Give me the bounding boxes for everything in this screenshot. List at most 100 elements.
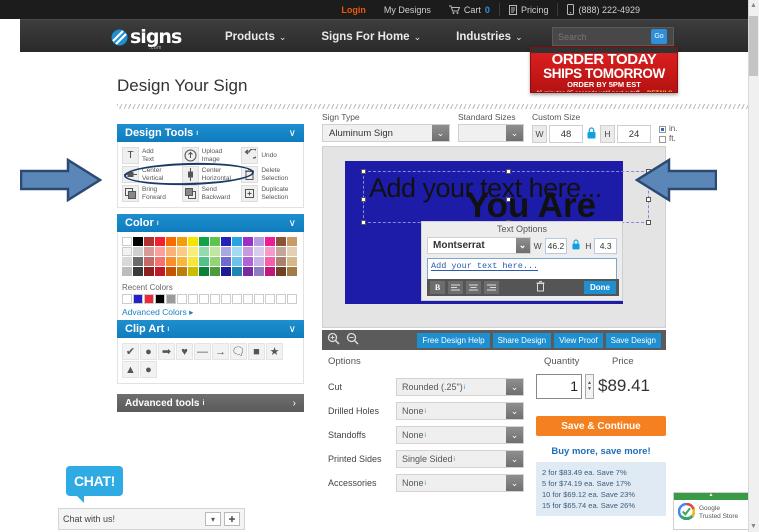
nav-item-products[interactable]: Products ⌄ <box>225 31 286 43</box>
done-button[interactable]: Done <box>584 281 616 294</box>
color-swatch[interactable] <box>199 247 209 256</box>
color-swatch[interactable] <box>287 267 297 276</box>
color-swatch[interactable] <box>155 267 165 276</box>
site-logo[interactable]: signs .com <box>111 26 182 51</box>
color-swatch[interactable] <box>265 237 275 246</box>
resize-handle-nw[interactable] <box>361 169 366 174</box>
color-swatch[interactable] <box>166 237 176 246</box>
color-swatch[interactable] <box>122 237 132 246</box>
login-link[interactable]: Login <box>332 5 375 15</box>
pricing-link[interactable]: Pricing <box>500 4 558 15</box>
arrow-thin-icon[interactable]: → <box>212 343 229 360</box>
color-swatch[interactable] <box>144 267 154 276</box>
recent-color-swatch[interactable] <box>122 294 132 304</box>
chat-minimize-button[interactable]: ▾ <box>205 512 221 526</box>
color-swatch[interactable] <box>232 237 242 246</box>
color-swatch[interactable] <box>199 267 209 276</box>
promo-details-link[interactable]: DETAILS <box>647 91 672 92</box>
bold-button[interactable]: B <box>430 281 445 294</box>
recent-color-swatch[interactable] <box>155 294 165 304</box>
color-swatch[interactable] <box>243 267 253 276</box>
color-swatch[interactable] <box>210 267 220 276</box>
sign-preview[interactable]: Add your text here... You Are Text Optio… <box>345 161 651 304</box>
heart-icon[interactable]: ♥ <box>176 343 193 360</box>
color-swatch[interactable] <box>221 237 231 246</box>
square-icon[interactable]: ■ <box>248 343 265 360</box>
recent-color-swatch[interactable] <box>188 294 198 304</box>
standard-sizes-select[interactable]: ⌄ <box>458 124 524 142</box>
info-icon[interactable]: i <box>425 432 426 439</box>
font-select[interactable]: Montserrat ⌄ <box>427 237 531 254</box>
advanced-tools-header[interactable]: Advanced tools i › <box>117 394 304 412</box>
resize-handle-sw[interactable] <box>361 220 366 225</box>
recent-color-swatch[interactable] <box>243 294 253 304</box>
chat-bubble[interactable]: CHAT! <box>66 466 123 503</box>
info-icon[interactable]: i <box>157 220 159 227</box>
info-icon[interactable]: i <box>425 480 426 487</box>
scroll-down-arrow-icon[interactable]: ▼ <box>749 523 758 530</box>
text-aspect-lock-icon[interactable] <box>572 239 580 253</box>
text-height-input[interactable]: 4.3 <box>594 237 617 254</box>
color-swatch[interactable] <box>287 257 297 266</box>
color-swatch[interactable] <box>199 237 209 246</box>
chevron-down-icon[interactable]: ⌄ <box>506 427 523 443</box>
recent-color-swatch[interactable] <box>199 294 209 304</box>
color-swatch[interactable] <box>221 247 231 256</box>
color-swatch[interactable] <box>188 267 198 276</box>
color-swatch[interactable] <box>254 267 264 276</box>
google-trusted-store-badge[interactable]: Google Trusted Store <box>673 492 749 530</box>
chevron-down-icon[interactable]: ∨ <box>289 128 296 139</box>
color-swatch[interactable] <box>166 247 176 256</box>
check-icon[interactable]: ✔ <box>122 343 139 360</box>
tool-add-text[interactable]: T Add Text <box>122 146 182 165</box>
color-swatch[interactable] <box>265 257 275 266</box>
color-swatch[interactable] <box>210 257 220 266</box>
scroll-thumb[interactable] <box>749 16 758 76</box>
scroll-up-arrow-icon[interactable]: ▲ <box>749 2 758 9</box>
my-designs-link[interactable]: My Designs <box>375 5 440 15</box>
sign-text-main[interactable]: You Are <box>401 186 661 226</box>
design-canvas[interactable]: Add your text here... You Are Text Optio… <box>322 146 666 328</box>
unit-feet-option[interactable]: ft. <box>659 134 677 144</box>
color-swatch[interactable] <box>276 237 286 246</box>
save-continue-button[interactable]: Save & Continue <box>536 416 666 436</box>
star-icon[interactable]: ★ <box>266 343 283 360</box>
align-left-button[interactable] <box>448 281 463 294</box>
chevron-down-icon[interactable]: ⌄ <box>506 403 523 419</box>
speech-bubble-icon[interactable]: 🗨 <box>230 343 247 360</box>
nav-item-industries[interactable]: Industries ⌄ <box>456 31 523 43</box>
buy-more-save-more-link[interactable]: Buy more, save more! <box>536 446 666 457</box>
info-icon[interactable]: i <box>202 400 204 407</box>
color-swatch[interactable] <box>144 257 154 266</box>
recent-color-swatch[interactable] <box>144 294 154 304</box>
stepper-down-icon[interactable]: ▼ <box>587 386 592 392</box>
height-input[interactable]: 24 <box>617 125 651 143</box>
color-swatch[interactable] <box>210 237 220 246</box>
recent-color-swatch[interactable] <box>287 294 297 304</box>
unit-inches-option[interactable]: in. <box>659 124 677 134</box>
color-swatch[interactable] <box>232 257 242 266</box>
share-design-button[interactable]: Share Design <box>492 332 552 348</box>
resize-handle-w[interactable] <box>361 197 366 202</box>
color-swatch[interactable] <box>276 257 286 266</box>
recent-color-swatch[interactable] <box>221 294 231 304</box>
recent-color-swatch[interactable] <box>210 294 220 304</box>
tool-bring-forward[interactable]: Bring Forward <box>122 184 182 203</box>
color-swatch[interactable] <box>276 267 286 276</box>
chevron-down-icon[interactable]: ⌄ <box>515 238 530 253</box>
color-swatch[interactable] <box>166 257 176 266</box>
design-tools-header[interactable]: Design Tools i ∨ <box>117 124 304 142</box>
color-swatch[interactable] <box>210 247 220 256</box>
tool-duplicate-selection[interactable]: Duplicate Selection <box>241 184 301 203</box>
chevron-down-icon[interactable]: ⌄ <box>432 125 449 141</box>
color-swatch[interactable] <box>155 237 165 246</box>
info-icon[interactable]: i <box>454 456 455 463</box>
color-swatch[interactable] <box>199 257 209 266</box>
color-swatch[interactable] <box>243 247 253 256</box>
color-swatch[interactable] <box>254 247 264 256</box>
view-proof-button[interactable]: View Proof <box>554 332 603 348</box>
color-swatch[interactable] <box>265 247 275 256</box>
info-icon[interactable]: i <box>425 408 426 415</box>
search-go-button[interactable]: Go <box>651 29 667 44</box>
standoffs-select[interactable]: None i ⌄ <box>396 426 524 444</box>
